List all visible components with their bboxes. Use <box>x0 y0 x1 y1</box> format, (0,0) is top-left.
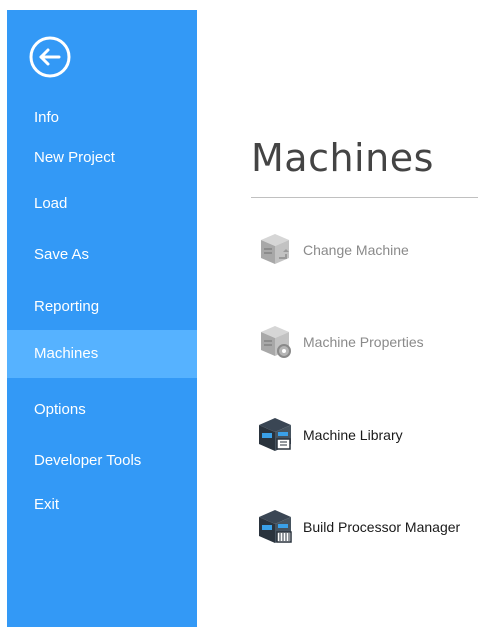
build-processor-manager-button[interactable]: Build Processor Manager <box>253 505 478 549</box>
sidebar-item-save-as[interactable]: Save As <box>7 241 197 269</box>
sidebar-item-developer-tools[interactable]: Developer Tools <box>7 447 197 475</box>
sidebar-item-info[interactable]: Info <box>7 104 197 132</box>
sidebar-item-reporting[interactable]: Reporting <box>7 293 197 321</box>
change-machine-icon <box>261 234 289 264</box>
machine-library-button[interactable]: Machine Library <box>253 413 478 457</box>
back-arrow-icon <box>29 36 71 78</box>
machine-library-label: Machine Library <box>303 427 403 443</box>
sidebar-item-exit[interactable]: Exit <box>7 491 197 519</box>
page-title: Machines <box>251 136 434 180</box>
sidebar-item-machines[interactable]: Machines <box>7 330 197 378</box>
sidebar-item-load[interactable]: Load <box>7 190 197 218</box>
change-machine-label: Change Machine <box>303 242 409 258</box>
machine-properties-icon <box>261 326 291 358</box>
build-processor-manager-icon <box>259 510 292 543</box>
back-button[interactable] <box>27 34 73 80</box>
sidebar-item-options[interactable]: Options <box>7 396 197 424</box>
title-divider <box>251 197 478 198</box>
build-processor-manager-label: Build Processor Manager <box>303 519 461 535</box>
change-machine-button[interactable]: Change Machine <box>253 228 478 272</box>
machine-properties-label: Machine Properties <box>303 334 424 350</box>
backstage-sidebar: Info New Project Load Save As Reporting … <box>7 10 197 627</box>
machine-properties-button[interactable]: Machine Properties <box>253 320 478 364</box>
machine-library-icon <box>259 418 291 451</box>
sidebar-item-new-project[interactable]: New Project <box>7 144 197 172</box>
